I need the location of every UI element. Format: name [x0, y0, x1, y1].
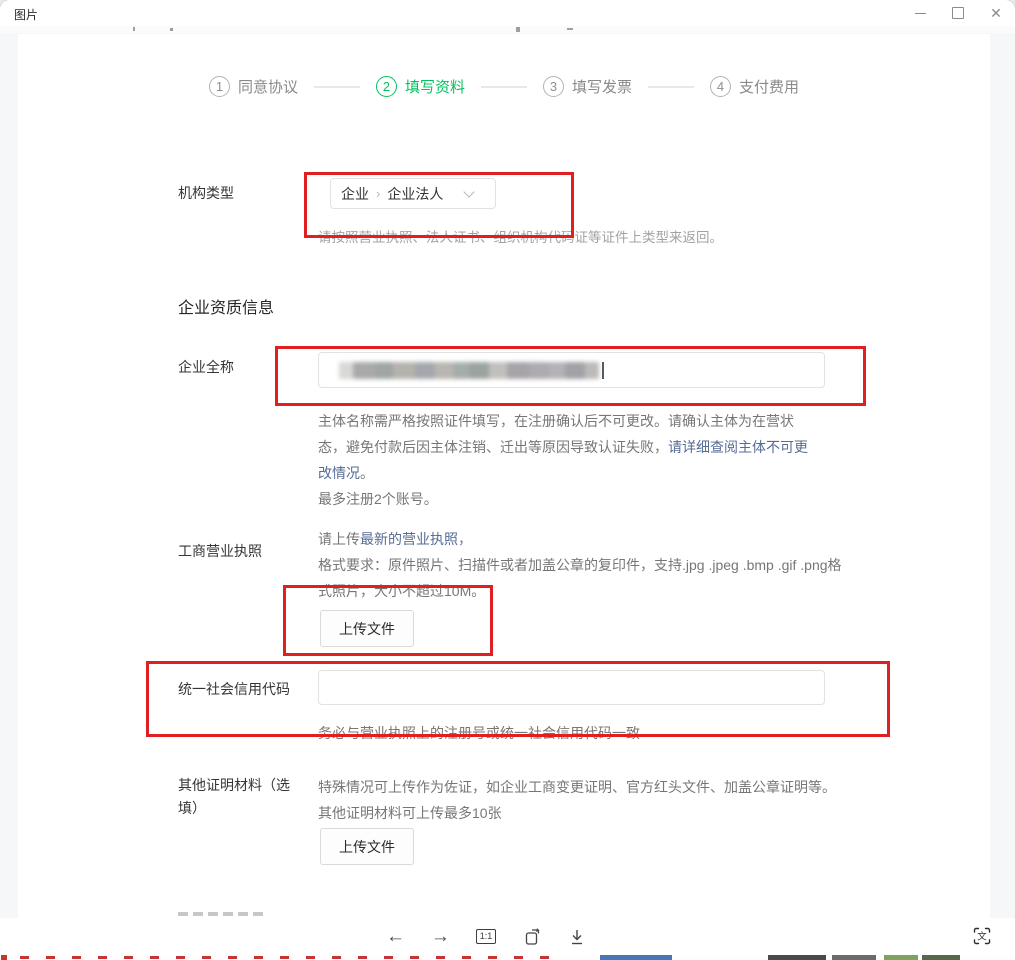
- section-title: 企业资质信息: [178, 294, 274, 318]
- minimize-icon: [915, 13, 926, 14]
- step-4-circle: 4: [710, 76, 731, 97]
- other-materials-desc: 特殊情况可上传作为佐证，如企业工商变更证明、官方红头文件、加盖公章证明等。其他证…: [318, 774, 845, 826]
- org-type-sub-value: 企业法人: [387, 184, 443, 204]
- window-controls: ✕: [901, 0, 1015, 26]
- maximize-button[interactable]: [939, 0, 977, 26]
- company-name-input[interactable]: [318, 352, 825, 388]
- viewer-canvas: 1 同意协议 2 填写资料 3 填写发票 4 支付费用: [0, 26, 1015, 955]
- step-pay: 4 支付费用: [710, 76, 799, 97]
- close-button[interactable]: ✕: [977, 0, 1015, 26]
- org-type-label: 机构类型: [178, 182, 234, 205]
- arrow-left-icon: ←: [386, 927, 405, 946]
- window-title: 图片: [14, 6, 38, 23]
- business-license-label: 工商营业执照: [178, 540, 262, 563]
- step-1-label: 同意协议: [238, 76, 298, 97]
- step-3-circle: 3: [543, 76, 564, 97]
- close-icon: ✕: [990, 6, 1002, 20]
- download-icon: [568, 928, 586, 946]
- company-name-label: 企业全称: [178, 356, 234, 379]
- credit-code-label: 统一社会信用代码: [178, 678, 290, 701]
- account-limit-note: 最多注册2个账号。: [318, 486, 438, 512]
- step-4-label: 支付费用: [739, 76, 799, 97]
- upload-other-button[interactable]: 上传文件: [320, 828, 414, 865]
- desc-text: 请上传: [318, 531, 360, 547]
- minimize-button[interactable]: [901, 0, 939, 26]
- org-type-dropdown[interactable]: 企业 › 企业法人: [330, 178, 496, 209]
- image-viewer-window: 图片 ✕ 1 同意协议 2 填写资料: [0, 0, 1015, 960]
- business-license-desc: 请上传最新的营业执照， 格式要求：原件照片、扫描件或者加盖公章的复印件，支持.j…: [318, 526, 845, 604]
- step-fill-info: 2 填写资料: [376, 76, 465, 97]
- clipped-text-fragment: [178, 912, 263, 916]
- rotate-icon: [522, 927, 542, 947]
- step-connector: [314, 86, 360, 88]
- step-indicator: 1 同意协议 2 填写资料 3 填写发票 4 支付费用: [18, 76, 990, 97]
- step-connector: [648, 86, 694, 88]
- note-text: 。: [360, 465, 374, 481]
- chevron-down-icon: [464, 186, 475, 197]
- format-requirements: 格式要求：原件照片、扫描件或者加盖公章的复印件，支持.jpg .jpeg .bm…: [318, 557, 842, 599]
- step-2-label: 填写资料: [405, 76, 465, 97]
- step-agree: 1 同意协议: [209, 76, 298, 97]
- step-1-circle: 1: [209, 76, 230, 97]
- next-image-button[interactable]: →: [431, 927, 450, 946]
- desktop-sliver: [0, 955, 1015, 960]
- credit-code-hint: 务必与营业执照上的注册号或统一社会信用代码一致: [318, 720, 640, 746]
- viewer-toolbar: ← → 1:1: [0, 918, 1015, 955]
- desc-text: ，: [458, 531, 472, 547]
- breadcrumb-separator: ›: [376, 186, 380, 201]
- maximize-icon: [952, 7, 964, 19]
- title-bar: 图片 ✕: [0, 0, 1015, 26]
- step-connector: [481, 86, 527, 88]
- arrow-right-icon: →: [431, 927, 450, 946]
- step-2-circle: 2: [376, 76, 397, 97]
- clipped-image-top-strip: [0, 26, 1015, 33]
- step-3-label: 填写发票: [572, 76, 632, 97]
- displayed-image: 1 同意协议 2 填写资料 3 填写发票 4 支付费用: [18, 34, 990, 918]
- org-type-hint: 请按照营业执照、法人证书、组织机构代码证等证件上类型来返回。: [318, 226, 723, 246]
- svg-text:文: 文: [977, 931, 987, 943]
- actual-size-button[interactable]: 1:1: [476, 929, 497, 944]
- credit-code-input[interactable]: [318, 670, 825, 705]
- one-to-one-icon: 1:1: [476, 929, 497, 944]
- redacted-company-name: [339, 362, 604, 379]
- org-type-value: 企业: [341, 184, 369, 204]
- other-materials-label: 其他证明材料（选填）: [178, 774, 306, 820]
- rotate-button[interactable]: [522, 927, 542, 947]
- download-button[interactable]: [568, 928, 586, 946]
- blur-blocks: [339, 362, 599, 379]
- company-name-note: 主体名称需严格按照证件填写，在注册确认后不可更改。请确认主体为在营状态，避免付款…: [318, 408, 820, 486]
- extract-text-button[interactable]: 文: [970, 924, 994, 948]
- license-link[interactable]: 最新的营业执照: [360, 531, 458, 547]
- text-caret: [602, 362, 604, 379]
- step-invoice: 3 填写发票: [543, 76, 632, 97]
- upload-license-button[interactable]: 上传文件: [320, 610, 414, 647]
- previous-image-button[interactable]: ←: [386, 927, 405, 946]
- ocr-scan-icon: 文: [972, 926, 992, 946]
